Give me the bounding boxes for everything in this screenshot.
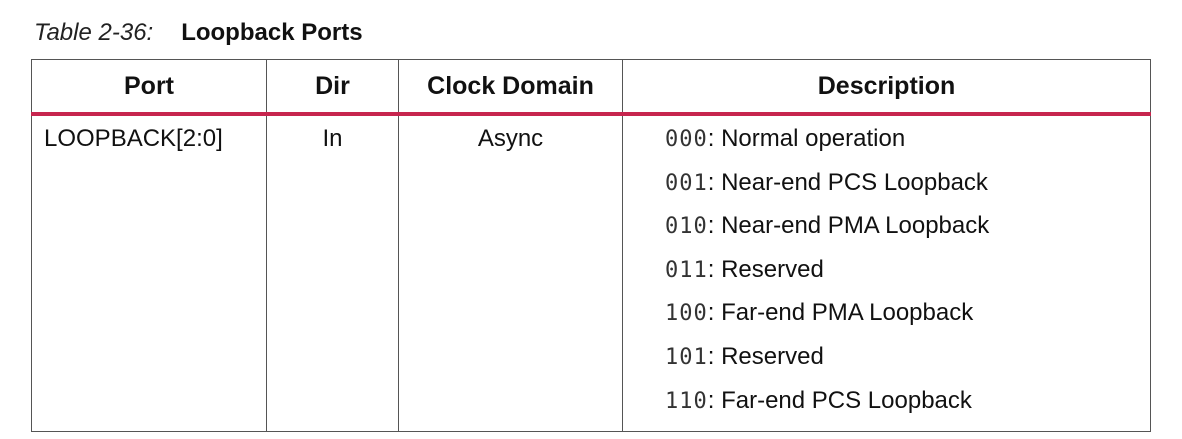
cell-description: 000: Normal operation 001: Near-end PCS … [622, 114, 1151, 433]
description-item: 010: Near-end PMA Loopback [665, 209, 1150, 253]
description-text: : Near-end PCS Loopback [707, 168, 988, 196]
description-item: 000: Normal operation [665, 122, 1150, 166]
header-clock-domain: Clock Domain [398, 59, 623, 116]
description-code: 000 [665, 127, 708, 152]
description-text: : Far-end PCS Loopback [707, 386, 972, 414]
header-dir: Dir [266, 59, 399, 116]
cell-clock-domain: Async [398, 114, 623, 433]
description-list: 000: Normal operation 001: Near-end PCS … [623, 116, 1150, 431]
table-caption: Table 2-36: Loopback Ports [34, 18, 363, 48]
header-description: Description [622, 59, 1151, 116]
loopback-ports-table: Port Dir Clock Domain Description LOOPBA… [31, 59, 1151, 433]
table-row: LOOPBACK[2:0] In Async 000: Normal opera… [31, 114, 1151, 433]
description-text: : Reserved [707, 255, 824, 283]
description-item: 100: Far-end PMA Loopback [665, 296, 1150, 340]
description-code: 011 [665, 257, 708, 283]
description-item: 110: Far-end PCS Loopback [665, 384, 1150, 428]
table-number: Table 2-36: [34, 19, 154, 46]
description-item: 001: Near-end PCS Loopback [665, 166, 1150, 210]
description-item: 101: Reserved [665, 340, 1150, 384]
description-code: 010 [665, 214, 708, 240]
description-text: : Far-end PMA Loopback [707, 299, 974, 327]
description-item: 011: Reserved [665, 253, 1150, 297]
cell-port: LOOPBACK[2:0] [31, 114, 267, 433]
cell-dir: In [266, 114, 399, 433]
description-code: 101 [665, 344, 708, 370]
description-text: : Reserved [707, 342, 824, 370]
description-code: 001 [665, 170, 708, 196]
description-code: 100 [665, 301, 708, 327]
header-port: Port [31, 59, 267, 116]
description-code: 110 [665, 388, 708, 414]
description-text: : Near-end PMA Loopback [707, 212, 990, 240]
table-header-row: Port Dir Clock Domain Description [31, 59, 1151, 116]
description-text: : Normal operation [707, 125, 906, 152]
table-title: Loopback Ports [181, 19, 363, 46]
